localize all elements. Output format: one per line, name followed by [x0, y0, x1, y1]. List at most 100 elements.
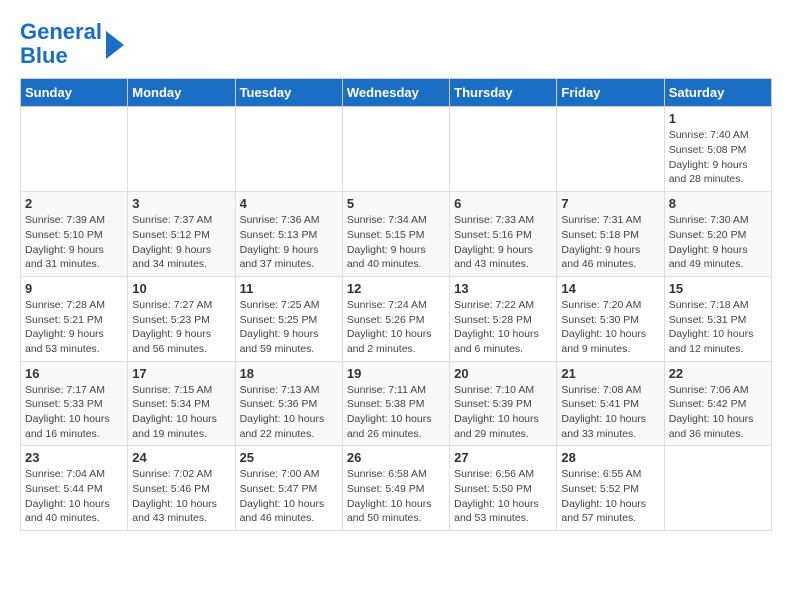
- day-number: 27: [454, 450, 552, 465]
- column-header-saturday: Saturday: [664, 79, 771, 107]
- day-number: 6: [454, 196, 552, 211]
- calendar-cell: 28Sunrise: 6:55 AM Sunset: 5:52 PM Dayli…: [557, 446, 664, 531]
- calendar-cell: 14 Sunrise: 7:20 AM Sunset: 5:30 PM Dayli…: [557, 276, 664, 361]
- column-header-friday: Friday: [557, 79, 664, 107]
- calendar-cell: 26 Sunrise: 6:58 AM Sunset: 5:49 PM Dayli…: [342, 446, 449, 531]
- calendar-cell: 24 Sunrise: 7:02 AM Sunset: 5:46 PM Dayli…: [128, 446, 235, 531]
- calendar-header-row: SundayMondayTuesdayWednesdayThursdayFrid…: [21, 79, 772, 107]
- day-number: 25: [240, 450, 338, 465]
- calendar-cell: 25 Sunrise: 7:00 AM Sunset: 5:47 PM Dayli…: [235, 446, 342, 531]
- calendar-cell: 3 Sunrise: 7:37 AM Sunset: 5:12 PM Daylig…: [128, 192, 235, 277]
- day-number: 26: [347, 450, 445, 465]
- calendar-cell: [21, 107, 128, 192]
- calendar-week-row: 9 Sunrise: 7:28 AM Sunset: 5:21 PM Daylig…: [21, 276, 772, 361]
- day-info: Sunrise: 7:08 AM Sunset: 5:41 PM Dayligh…: [561, 383, 659, 442]
- day-info: Sunrise: 6:58 AM Sunset: 5:49 PM Dayligh…: [347, 467, 445, 526]
- day-info: Sunrise: 7:37 AM Sunset: 5:12 PM Dayligh…: [132, 213, 230, 272]
- day-number: 18: [240, 366, 338, 381]
- calendar-cell: 7 Sunrise: 7:31 AM Sunset: 5:18 PM Daylig…: [557, 192, 664, 277]
- calendar-cell: 20 Sunrise: 7:10 AM Sunset: 5:39 PM Dayli…: [450, 361, 557, 446]
- day-info: Sunrise: 7:06 AM Sunset: 5:42 PM Dayligh…: [669, 383, 767, 442]
- calendar-cell: 11 Sunrise: 7:25 AM Sunset: 5:25 PM Dayli…: [235, 276, 342, 361]
- day-info: Sunrise: 7:28 AM Sunset: 5:21 PM Dayligh…: [25, 298, 123, 357]
- calendar-cell: 21Sunrise: 7:08 AM Sunset: 5:41 PM Dayli…: [557, 361, 664, 446]
- day-number: 14: [561, 281, 659, 296]
- day-info: Sunrise: 7:31 AM Sunset: 5:18 PM Dayligh…: [561, 213, 659, 272]
- day-info: Sunrise: 7:34 AM Sunset: 5:15 PM Dayligh…: [347, 213, 445, 272]
- day-number: 2: [25, 196, 123, 211]
- calendar-cell: [235, 107, 342, 192]
- calendar-cell: 17 Sunrise: 7:15 AM Sunset: 5:34 PM Dayli…: [128, 361, 235, 446]
- day-info: Sunrise: 7:33 AM Sunset: 5:16 PM Dayligh…: [454, 213, 552, 272]
- calendar-cell: 1 Sunrise: 7:40 AM Sunset: 5:08 PM Daylig…: [664, 107, 771, 192]
- calendar-cell: 13 Sunrise: 7:22 AM Sunset: 5:28 PM Dayli…: [450, 276, 557, 361]
- calendar-cell: [128, 107, 235, 192]
- calendar-cell: 22Sunrise: 7:06 AM Sunset: 5:42 PM Dayli…: [664, 361, 771, 446]
- calendar-cell: 27 Sunrise: 6:56 AM Sunset: 5:50 PM Dayli…: [450, 446, 557, 531]
- calendar-cell: 9 Sunrise: 7:28 AM Sunset: 5:21 PM Daylig…: [21, 276, 128, 361]
- day-info: Sunrise: 7:36 AM Sunset: 5:13 PM Dayligh…: [240, 213, 338, 272]
- calendar-week-row: 23 Sunrise: 7:04 AM Sunset: 5:44 PM Dayli…: [21, 446, 772, 531]
- calendar-cell: [342, 107, 449, 192]
- day-info: Sunrise: 7:40 AM Sunset: 5:08 PM Dayligh…: [669, 128, 767, 187]
- column-header-monday: Monday: [128, 79, 235, 107]
- column-header-tuesday: Tuesday: [235, 79, 342, 107]
- day-number: 15: [669, 281, 767, 296]
- day-number: 9: [25, 281, 123, 296]
- calendar-cell: 2 Sunrise: 7:39 AM Sunset: 5:10 PM Daylig…: [21, 192, 128, 277]
- day-number: 10: [132, 281, 230, 296]
- calendar-cell: 23 Sunrise: 7:04 AM Sunset: 5:44 PM Dayli…: [21, 446, 128, 531]
- day-number: 4: [240, 196, 338, 211]
- day-info: Sunrise: 7:02 AM Sunset: 5:46 PM Dayligh…: [132, 467, 230, 526]
- day-info: Sunrise: 7:10 AM Sunset: 5:39 PM Dayligh…: [454, 383, 552, 442]
- column-header-wednesday: Wednesday: [342, 79, 449, 107]
- day-info: Sunrise: 6:55 AM Sunset: 5:52 PM Dayligh…: [561, 467, 659, 526]
- day-number: 24: [132, 450, 230, 465]
- day-number: 1: [669, 111, 767, 126]
- calendar-week-row: 2 Sunrise: 7:39 AM Sunset: 5:10 PM Daylig…: [21, 192, 772, 277]
- day-info: Sunrise: 7:22 AM Sunset: 5:28 PM Dayligh…: [454, 298, 552, 357]
- calendar-cell: 15 Sunrise: 7:18 AM Sunset: 5:31 PM Dayli…: [664, 276, 771, 361]
- logo-blue: Blue: [20, 43, 68, 68]
- day-number: 17: [132, 366, 230, 381]
- calendar-cell: [664, 446, 771, 531]
- calendar-cell: 16Sunrise: 7:17 AM Sunset: 5:33 PM Dayli…: [21, 361, 128, 446]
- logo: General Blue: [20, 20, 124, 68]
- day-number: 3: [132, 196, 230, 211]
- calendar-table: SundayMondayTuesdayWednesdayThursdayFrid…: [20, 78, 772, 531]
- day-info: Sunrise: 7:20 AM Sunset: 5:30 PM Dayligh…: [561, 298, 659, 357]
- logo-text: General Blue: [20, 20, 102, 68]
- day-info: Sunrise: 7:13 AM Sunset: 5:36 PM Dayligh…: [240, 383, 338, 442]
- calendar-week-row: 16Sunrise: 7:17 AM Sunset: 5:33 PM Dayli…: [21, 361, 772, 446]
- calendar-cell: 12 Sunrise: 7:24 AM Sunset: 5:26 PM Dayli…: [342, 276, 449, 361]
- day-info: Sunrise: 7:00 AM Sunset: 5:47 PM Dayligh…: [240, 467, 338, 526]
- calendar-cell: 18 Sunrise: 7:13 AM Sunset: 5:36 PM Dayli…: [235, 361, 342, 446]
- calendar-cell: 19 Sunrise: 7:11 AM Sunset: 5:38 PM Dayli…: [342, 361, 449, 446]
- day-info: Sunrise: 7:24 AM Sunset: 5:26 PM Dayligh…: [347, 298, 445, 357]
- day-number: 13: [454, 281, 552, 296]
- day-info: Sunrise: 7:04 AM Sunset: 5:44 PM Dayligh…: [25, 467, 123, 526]
- day-number: 23: [25, 450, 123, 465]
- logo-arrow-icon: [106, 31, 124, 59]
- calendar-cell: 8Sunrise: 7:30 AM Sunset: 5:20 PM Daylig…: [664, 192, 771, 277]
- day-info: Sunrise: 7:27 AM Sunset: 5:23 PM Dayligh…: [132, 298, 230, 357]
- day-info: Sunrise: 7:39 AM Sunset: 5:10 PM Dayligh…: [25, 213, 123, 272]
- day-number: 11: [240, 281, 338, 296]
- day-number: 12: [347, 281, 445, 296]
- calendar-cell: [557, 107, 664, 192]
- day-info: Sunrise: 7:11 AM Sunset: 5:38 PM Dayligh…: [347, 383, 445, 442]
- day-number: 8: [669, 196, 767, 211]
- day-info: Sunrise: 7:18 AM Sunset: 5:31 PM Dayligh…: [669, 298, 767, 357]
- calendar-cell: [450, 107, 557, 192]
- day-number: 7: [561, 196, 659, 211]
- day-info: Sunrise: 7:15 AM Sunset: 5:34 PM Dayligh…: [132, 383, 230, 442]
- column-header-thursday: Thursday: [450, 79, 557, 107]
- calendar-cell: 4 Sunrise: 7:36 AM Sunset: 5:13 PM Daylig…: [235, 192, 342, 277]
- day-info: Sunrise: 6:56 AM Sunset: 5:50 PM Dayligh…: [454, 467, 552, 526]
- day-number: 5: [347, 196, 445, 211]
- day-info: Sunrise: 7:25 AM Sunset: 5:25 PM Dayligh…: [240, 298, 338, 357]
- page-header: General Blue: [20, 20, 772, 68]
- day-number: 19: [347, 366, 445, 381]
- logo-general: General: [20, 19, 102, 44]
- day-number: 20: [454, 366, 552, 381]
